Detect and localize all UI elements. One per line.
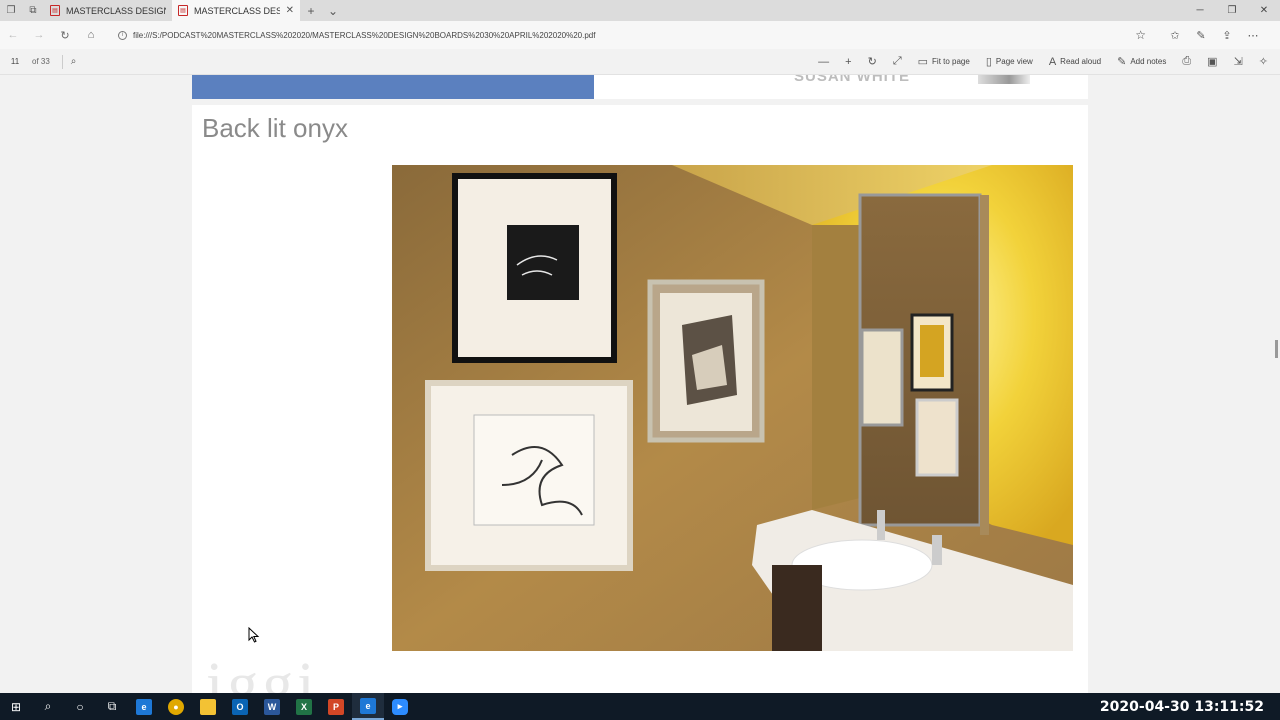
edge-active-icon[interactable]: e (352, 693, 384, 720)
close-icon[interactable]: ✕ (286, 5, 294, 16)
tab-actions-icon[interactable]: ❐ (0, 0, 22, 21)
previous-page: SUSAN WHITE (192, 75, 1088, 99)
restore-icon[interactable]: ❐ (1216, 0, 1248, 21)
pin-button[interactable]: ✧ (1253, 52, 1274, 72)
save-icon: ▣ (1207, 56, 1218, 68)
excel-icon[interactable]: X (288, 693, 320, 720)
watermark-logo: iggi (206, 651, 319, 693)
chrome-icon[interactable]: ● (160, 693, 192, 720)
search-icon[interactable]: ⌕ (71, 56, 77, 67)
read-aloud-label: Read aloud (1060, 57, 1102, 66)
home-icon[interactable]: ⌂ (78, 29, 104, 41)
pdf-tools: — + ↻ ⤢ ▭ Fit to page ▯ Page view A Read… (812, 52, 1280, 72)
tab-title: MASTERCLASS DESIGN BOA (66, 5, 166, 16)
pen-icon[interactable]: ✎ (1188, 29, 1214, 42)
cortana-icon[interactable]: ○ (64, 693, 96, 720)
page-view-label: Page view (995, 57, 1033, 66)
pin-icon: ✧ (1258, 56, 1268, 68)
pdf-icon: ▤ (50, 5, 60, 16)
chevron-down-icon[interactable]: ⌄ (322, 0, 344, 21)
url-field[interactable]: i file:///S:/PODCAST%20MASTERCLASS%20202… (112, 25, 1152, 45)
fit-page-icon: ▭ (917, 56, 929, 68)
save-as-button[interactable]: ⇲ (1228, 52, 1249, 72)
windows-start-icon[interactable]: ⊞ (0, 693, 32, 720)
save-as-icon: ⇲ (1233, 56, 1243, 68)
add-notes-label: Add notes (1130, 57, 1167, 66)
file-explorer-icon[interactable] (192, 693, 224, 720)
read-aloud-button[interactable]: A Read aloud (1043, 52, 1107, 72)
clock: 2020-04-30 13:11:52 (1099, 698, 1264, 715)
print-button[interactable]: ⎙ (1176, 52, 1197, 72)
accent-bar (192, 75, 594, 99)
page-count: of 33 (32, 57, 50, 66)
print-icon: ⎙ (1182, 55, 1192, 67)
pen-icon: ✎ (1117, 56, 1127, 68)
tab-title: MASTERCLASS DESIGN (194, 5, 280, 16)
mouse-cursor-icon (248, 627, 260, 643)
pdf-icon: ▤ (178, 5, 188, 16)
scrollbar-thumb[interactable] (1275, 340, 1278, 358)
divider (61, 54, 63, 69)
expand-icon: ⤢ (892, 55, 902, 67)
more-icon[interactable]: ⋯ (1240, 29, 1266, 42)
powerpoint-icon[interactable]: P (320, 693, 352, 720)
minus-icon: — (818, 55, 830, 68)
read-aloud-icon: A (1048, 55, 1057, 68)
favorite-star-icon[interactable]: ☆ (1135, 28, 1146, 42)
address-bar: ← → ↻ ⌂ i file:///S:/PODCAST%20MASTERCLA… (0, 21, 1280, 49)
designer-photo (978, 75, 1030, 84)
designer-name: SUSAN WHITE (794, 75, 910, 85)
word-icon[interactable]: W (256, 693, 288, 720)
pdf-viewer[interactable]: SUSAN WHITE Back lit onyx iggi (0, 75, 1280, 693)
task-view-icon[interactable]: ⧉ (96, 693, 128, 720)
page-view-button[interactable]: ▯ Page view (980, 52, 1039, 72)
fit-to-page-label: Fit to page (932, 57, 970, 66)
favorites-icon[interactable]: ✩ (1162, 29, 1188, 42)
search-icon[interactable]: ⌕ (32, 693, 64, 720)
tab-preview-icon[interactable]: ⧉ (22, 0, 44, 21)
save-button[interactable]: ▣ (1201, 52, 1223, 72)
zoom-icon[interactable]: ▸ (384, 693, 416, 720)
plus-icon: + (845, 55, 852, 68)
minimize-icon[interactable]: ─ (1184, 0, 1216, 21)
browser-actions: ✩ ✎ ⇪ ⋯ (1162, 29, 1266, 42)
rotate-button[interactable]: ↻ (862, 52, 883, 72)
page-view-icon: ▯ (985, 56, 992, 68)
rotate-icon: ↻ (867, 56, 877, 68)
info-icon[interactable]: i (118, 30, 127, 40)
slide-title: Back lit onyx (202, 113, 348, 143)
tab-masterclass-2[interactable]: ▤ MASTERCLASS DESIGN ✕ (172, 0, 300, 21)
pdf-page: Back lit onyx iggi (192, 105, 1088, 693)
bathroom-photo (392, 165, 1073, 651)
tab-bar: ❐ ⧉ ▤ MASTERCLASS DESIGN BOA ▤ MASTERCLA… (0, 0, 1280, 21)
fit-to-page-button[interactable]: ▭ Fit to page (912, 52, 976, 72)
close-window-icon[interactable]: ✕ (1248, 0, 1280, 21)
pdf-toolbar: 11 of 33 ⌕ — + ↻ ⤢ ▭ Fit to page ▯ Page … (0, 49, 1280, 75)
outlook-icon[interactable]: O (224, 693, 256, 720)
url-text: file:///S:/PODCAST%20MASTERCLASS%202020/… (133, 30, 596, 40)
forward-icon[interactable]: → (26, 29, 52, 41)
refresh-icon[interactable]: ↻ (52, 29, 78, 42)
bathroom-illustration (392, 165, 1073, 651)
taskbar: ⊞ ⌕ ○ ⧉ e ● O W X P e ▸ 2020-04-30 13:11… (0, 693, 1280, 720)
window-controls: ─ ❐ ✕ (1184, 0, 1280, 21)
add-notes-button[interactable]: ✎ Add notes (1111, 52, 1172, 72)
zoom-out-button[interactable]: — (812, 52, 835, 72)
edge-icon[interactable]: e (128, 693, 160, 720)
tab-masterclass-1[interactable]: ▤ MASTERCLASS DESIGN BOA (44, 0, 172, 21)
zoom-in-button[interactable]: + (839, 52, 857, 72)
share-icon[interactable]: ⇪ (1214, 29, 1240, 42)
page-number-input[interactable]: 11 (4, 57, 26, 66)
fullscreen-button[interactable]: ⤢ (887, 52, 908, 72)
new-tab-icon[interactable]: + (300, 0, 322, 21)
back-icon[interactable]: ← (0, 29, 26, 41)
